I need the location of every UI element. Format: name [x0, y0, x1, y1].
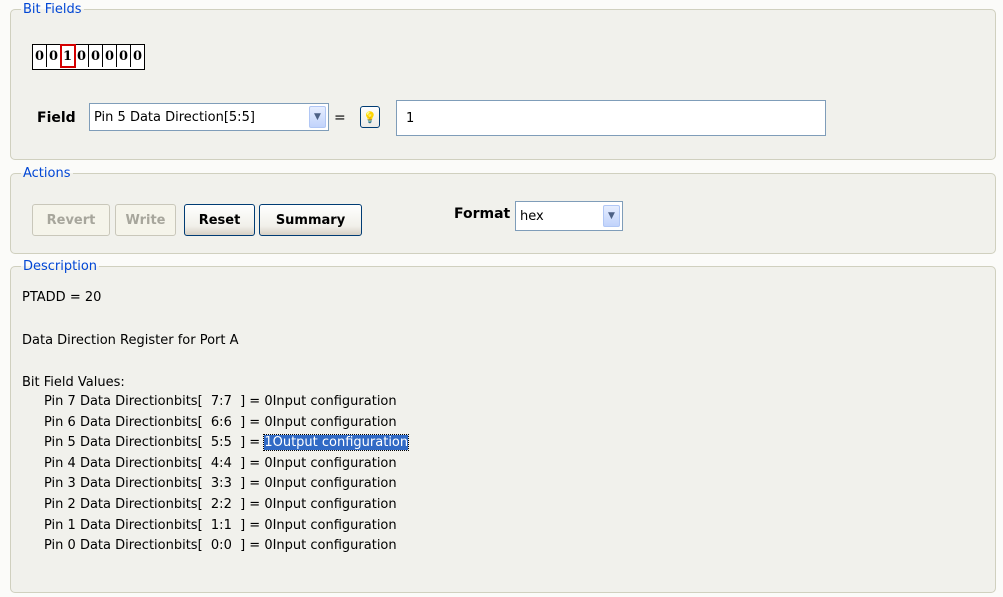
bit-field-value: 1Output configuration	[263, 434, 410, 452]
bit-fields-group: Bit Fields	[10, 2, 996, 160]
bit-7[interactable]: 0	[33, 45, 47, 67]
bit-0[interactable]: 0	[131, 45, 144, 67]
equals-sign: =	[334, 110, 346, 126]
bit-6[interactable]: 0	[47, 45, 61, 67]
bit-field-name: Pin 5 Data Directionbits[ 5:5 ] =	[44, 435, 265, 451]
format-select-value: hex	[520, 208, 544, 224]
bit-field-value: 0Input configuration	[264, 394, 397, 409]
bit-3[interactable]: 0	[89, 45, 103, 67]
bit-5-selected[interactable]: 1	[60, 44, 76, 68]
bit-field-name: Pin 7 Data Directionbits[ 7:7 ] =	[44, 394, 265, 409]
field-value-text: 1	[406, 110, 415, 126]
bit-field-value-row: Pin 4 Data Directionbits[ 4:4 ] = 0Input…	[44, 456, 397, 476]
bit-field-value: 0Input configuration	[264, 497, 397, 512]
bit-field-name: Pin 0 Data Directionbits[ 0:0 ] =	[44, 538, 265, 554]
field-label: Field	[37, 110, 76, 126]
reset-button[interactable]: Reset	[184, 204, 255, 236]
field-select-value: Pin 5 Data Direction[5:5]	[94, 109, 255, 125]
chevron-down-icon[interactable]: ▼	[309, 106, 326, 128]
actions-legend: Actions	[23, 166, 71, 181]
write-button[interactable]: Write	[115, 204, 176, 236]
bit-field-value-row: Pin 0 Data Directionbits[ 0:0 ] = 0Input…	[44, 538, 397, 558]
revert-button[interactable]: Revert	[32, 204, 110, 236]
bit-field-value-row: Pin 2 Data Directionbits[ 2:2 ] = 0Input…	[44, 497, 397, 517]
bit-fields-legend: Bit Fields	[23, 2, 82, 17]
format-label: Format	[454, 206, 511, 222]
bit-1[interactable]: 0	[117, 45, 131, 67]
field-select[interactable]: Pin 5 Data Direction[5:5] ▼	[89, 103, 329, 131]
bit-field-value-row: Pin 1 Data Directionbits[ 1:1 ] = 0Input…	[44, 518, 397, 538]
bit-field-values-header: Bit Field Values:	[22, 375, 125, 390]
bit-field-name: Pin 3 Data Directionbits[ 3:3 ] =	[44, 476, 265, 492]
bit-field-value-row: Pin 6 Data Directionbits[ 6:6 ] = 0Input…	[44, 415, 397, 435]
bit-field-value-row: Pin 7 Data Directionbits[ 7:7 ] = 0Input…	[44, 394, 397, 414]
register-description: Data Direction Register for Port A	[22, 333, 239, 348]
field-value-input[interactable]: 1	[396, 100, 826, 136]
bit-field-name: Pin 6 Data Directionbits[ 6:6 ] =	[44, 414, 265, 430]
chevron-down-icon[interactable]: ▼	[603, 205, 620, 227]
lightbulb-button[interactable]: 💡	[360, 106, 380, 128]
lightbulb-icon: 💡	[363, 110, 377, 124]
bit-field-value: 0Input configuration	[264, 414, 397, 430]
bit-2[interactable]: 0	[103, 45, 117, 67]
register-value: PTADD = 20	[22, 290, 102, 305]
bit-field-value-row: Pin 3 Data Directionbits[ 3:3 ] = 0Input…	[44, 476, 397, 496]
bit-field-value-row: Pin 5 Data Directionbits[ 5:5 ] = 1Outpu…	[44, 434, 410, 455]
format-select[interactable]: hex ▼	[515, 201, 623, 231]
bit-field-value: 0Input configuration	[264, 538, 397, 554]
bit-field-value: 0Input configuration	[264, 455, 397, 471]
bit-field-name: Pin 2 Data Directionbits[ 2:2 ] =	[44, 497, 265, 512]
bit-array: 0 0 1 0 0 0 0 0	[32, 44, 145, 70]
description-legend: Description	[23, 259, 98, 274]
bit-field-value: 0Input configuration	[264, 476, 397, 492]
summary-button[interactable]: Summary	[259, 204, 362, 236]
bit-field-name: Pin 1 Data Directionbits[ 1:1 ] =	[44, 517, 265, 533]
bit-field-name: Pin 4 Data Directionbits[ 4:4 ] =	[44, 455, 265, 471]
bit-field-value: 0Input configuration	[264, 517, 397, 533]
bit-4[interactable]: 0	[75, 45, 89, 67]
